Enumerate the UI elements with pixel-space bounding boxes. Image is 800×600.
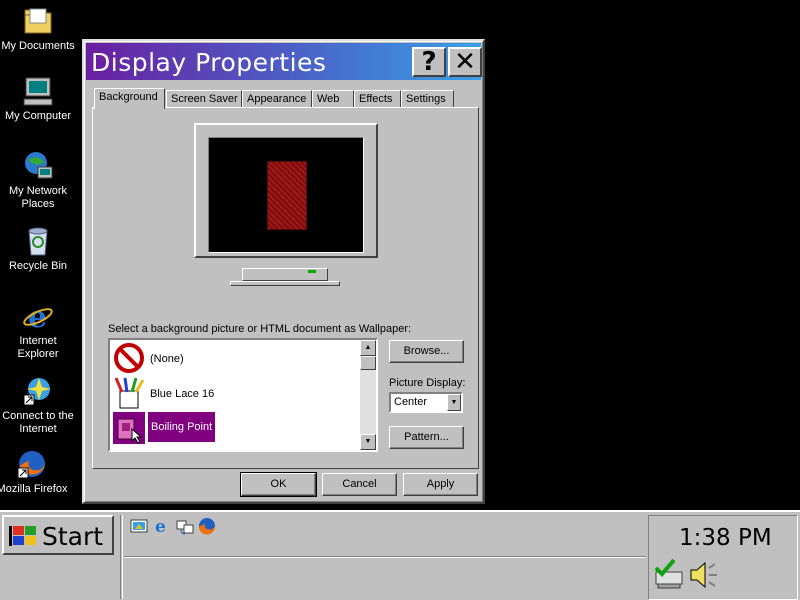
monitor-led xyxy=(308,270,316,273)
scroll-up-button[interactable]: ▲ xyxy=(360,340,376,356)
desktop-icon-label: Mozilla Firefox xyxy=(0,483,68,495)
wallpaper-list[interactable]: (None) Blue Lace 16 Boiling Point ▲ ▼ xyxy=(108,338,378,452)
close-button[interactable]: ✕ xyxy=(448,47,482,77)
picture-display-select[interactable]: Center ▼ xyxy=(389,392,463,413)
list-item-label: (None) xyxy=(150,353,184,365)
list-item-label: Boiling Point xyxy=(148,412,216,442)
help-icon: ? xyxy=(421,47,437,77)
windows-logo-icon xyxy=(8,524,38,548)
browse-button[interactable]: Browse... xyxy=(389,340,464,363)
desktop-icon-internet-explorer[interactable]: e Internet Explorer xyxy=(0,300,76,361)
help-button[interactable]: ? xyxy=(412,47,446,77)
pattern-label: Pattern... xyxy=(404,431,449,443)
desktop-icon-firefox[interactable]: Mozilla Firefox xyxy=(0,448,70,496)
ok-label: OK xyxy=(270,478,287,490)
start-label: Start xyxy=(42,522,104,551)
desktop-icon-label: Recycle Bin xyxy=(8,260,68,272)
recycle-bin-icon xyxy=(22,225,54,257)
tab-settings[interactable]: Settings xyxy=(401,90,454,108)
firefox-icon[interactable] xyxy=(198,517,216,535)
channels-icon[interactable] xyxy=(176,517,194,535)
apply-label: Apply xyxy=(426,478,455,490)
desktop-icon-network[interactable]: My Network Places xyxy=(0,150,76,211)
monitor-preview xyxy=(194,123,378,258)
scroll-down-button[interactable]: ▼ xyxy=(360,434,376,450)
desktop-icon-recycle-bin[interactable]: Recycle Bin xyxy=(0,225,76,273)
tab-label: Web xyxy=(317,93,340,105)
close-icon: ✕ xyxy=(454,47,476,77)
wallpaper-prompt: Select a background picture or HTML docu… xyxy=(108,323,412,335)
clock[interactable]: 1:38 PM xyxy=(679,525,772,551)
preview-screen xyxy=(208,137,364,253)
ie-icon[interactable]: e xyxy=(152,517,170,537)
desktop-icon-label: Internet Explorer xyxy=(17,335,59,360)
list-item[interactable]: (None) xyxy=(112,341,362,375)
tab-effects[interactable]: Effects xyxy=(354,90,401,108)
scroll-thumb[interactable] xyxy=(360,356,376,370)
browse-label: Browse... xyxy=(403,345,450,357)
tab-web[interactable]: Web xyxy=(312,90,354,108)
apply-button[interactable]: Apply xyxy=(403,473,478,496)
chevron-down-icon[interactable]: ▼ xyxy=(447,394,461,411)
tab-label: Settings xyxy=(406,93,446,105)
volume-icon[interactable] xyxy=(687,558,721,592)
list-item-selected[interactable]: Boiling Point xyxy=(112,411,362,445)
ok-button[interactable]: OK xyxy=(240,472,317,497)
desktop-icon-my-computer[interactable]: My Computer xyxy=(0,75,76,123)
desktop-icon-label: My Computer xyxy=(4,110,72,122)
image-icon xyxy=(112,411,146,445)
desktop-icon-connect[interactable]: Connect to the Internet xyxy=(0,375,76,436)
desktop-icon-label: My Network Places xyxy=(8,185,68,210)
connect-icon xyxy=(22,375,54,407)
display-properties-window: Display Properties ? ✕ Background Screen… xyxy=(82,39,485,504)
list-item[interactable]: Blue Lace 16 xyxy=(112,376,362,410)
desktop-icon-my-documents[interactable]: My Documents xyxy=(0,5,76,53)
tab-screen-saver[interactable]: Screen Saver xyxy=(166,90,242,108)
taskbar: Start e 1:38 PM xyxy=(0,510,800,600)
none-icon xyxy=(112,341,146,375)
network-icon xyxy=(22,150,54,182)
cancel-label: Cancel xyxy=(342,478,377,490)
svg-text:e: e xyxy=(155,517,166,535)
paint-icon xyxy=(112,376,146,410)
cancel-button[interactable]: Cancel xyxy=(322,473,397,496)
picture-display-label: Picture Display: xyxy=(389,377,466,389)
window-title: Display Properties xyxy=(91,48,327,77)
monitor-stand xyxy=(230,281,340,286)
title-bar[interactable]: Display Properties ? ✕ xyxy=(86,43,482,80)
tab-label: Screen Saver xyxy=(171,93,238,105)
picture-display-value: Center xyxy=(394,396,428,408)
desktop-icon-label: My Documents xyxy=(1,40,75,52)
folder-icon xyxy=(22,5,54,37)
quick-launch-separator xyxy=(120,515,123,599)
arrow-down-icon: ▼ xyxy=(364,438,372,445)
firefox-icon xyxy=(16,448,48,480)
tab-background[interactable]: Background xyxy=(94,88,165,109)
computer-icon xyxy=(22,75,54,107)
wallpaper-preview xyxy=(267,161,307,230)
network-tray-icon[interactable] xyxy=(652,558,686,592)
pattern-button[interactable]: Pattern... xyxy=(389,426,464,449)
taskbar-row-divider xyxy=(124,556,646,558)
list-scrollbar[interactable]: ▲ ▼ xyxy=(360,340,376,450)
ie-icon: e xyxy=(22,300,54,335)
tab-appearance[interactable]: Appearance xyxy=(242,90,312,108)
tab-label: Appearance xyxy=(247,93,307,105)
start-button[interactable]: Start xyxy=(2,515,114,555)
desktop-icon-label: Connect to the Internet xyxy=(2,410,74,435)
tab-label: Effects xyxy=(359,93,393,105)
tab-label: Background xyxy=(99,91,158,103)
arrow-up-icon: ▲ xyxy=(364,344,372,351)
show-desktop-icon[interactable] xyxy=(130,517,148,535)
system-tray: 1:38 PM xyxy=(648,515,798,600)
list-item-label: Blue Lace 16 xyxy=(150,388,215,400)
